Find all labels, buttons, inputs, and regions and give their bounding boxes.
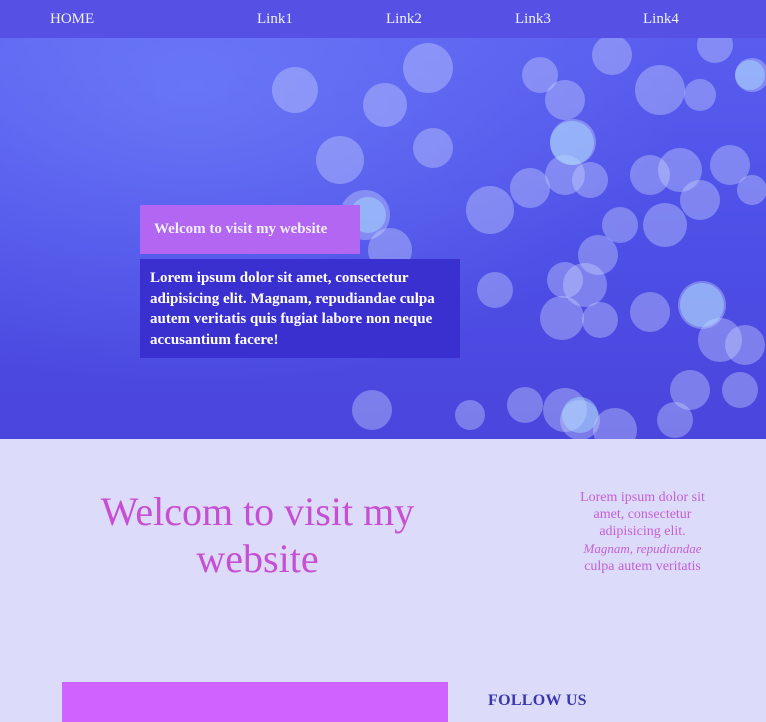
bokeh-circle [684,79,716,111]
bokeh-circle [547,262,583,298]
bokeh-circle [630,292,670,332]
bokeh-circle [455,400,485,430]
bokeh-circle [657,402,693,438]
nav-link-1[interactable]: Link1 [257,10,293,28]
bokeh-circle [316,136,364,184]
hero-banner: Welcom to visit my website Lorem ipsum d… [0,0,766,439]
top-navigation: HOME Link1 Link2 Link3 Link4 [0,0,766,38]
side-text-italic: Magnam, repudiandae [583,541,702,556]
nav-home-link[interactable]: HOME [50,10,94,28]
bokeh-circle [477,272,513,308]
bokeh-highlight [550,121,594,165]
bokeh-circle [680,180,720,220]
bokeh-circle [643,203,687,247]
bokeh-circle [545,80,585,120]
bokeh-circle [510,168,550,208]
bokeh-circle [540,296,584,340]
bokeh-circle [403,43,453,93]
footer-bar [62,682,448,722]
nav-link-3[interactable]: Link3 [515,10,551,28]
hero-text: Lorem ipsum dolor sit amet, consectetur … [140,259,460,358]
bokeh-circle [582,302,618,338]
side-text-line-3: culpa autem veritatis [584,559,701,574]
follow-us-heading: FOLLOW US [488,692,587,709]
bokeh-circle [737,175,766,205]
bokeh-circle [593,408,637,439]
bokeh-circle [363,83,407,127]
bokeh-circle [272,67,318,113]
bokeh-circle [572,162,608,198]
bokeh-circle [466,186,514,234]
nav-link-4[interactable]: Link4 [643,10,679,28]
bokeh-circle [635,65,685,115]
bokeh-circle [722,372,758,408]
hero-title: Welcom to visit my website [140,205,360,254]
bokeh-circle [352,390,392,430]
bokeh-circle [592,35,632,75]
bokeh-circle [725,325,765,365]
bokeh-highlight [562,397,598,433]
bokeh-highlight [680,283,724,327]
bokeh-highlight [735,60,765,90]
main-heading: Welcom to visit my website [100,489,415,581]
bokeh-circle [507,387,543,423]
bokeh-circle [413,128,453,168]
bokeh-background [272,27,766,439]
side-text-line-1: Lorem ipsum dolor sit amet, consectetur … [580,490,705,539]
nav-link-2[interactable]: Link2 [386,10,422,28]
side-paragraph: Lorem ipsum dolor sit amet, consectetur … [565,489,720,575]
